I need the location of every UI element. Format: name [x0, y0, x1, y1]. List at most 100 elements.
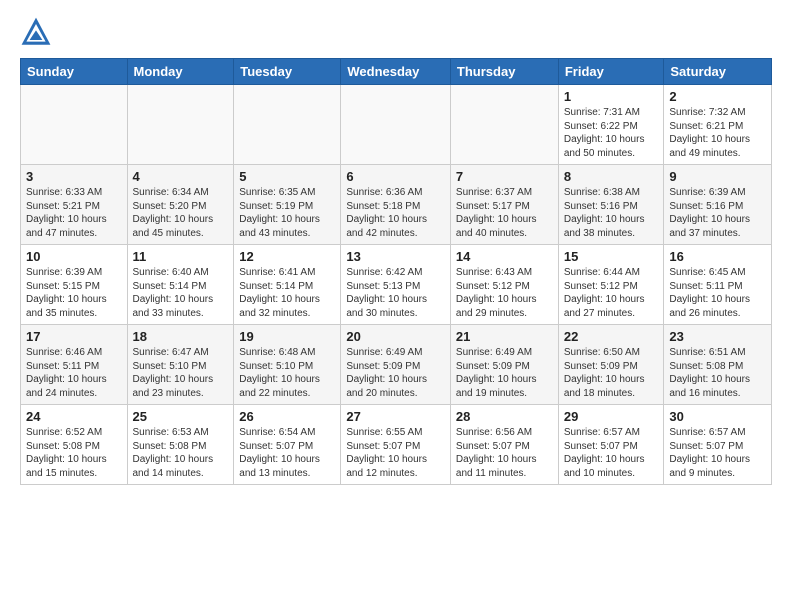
day-info: Sunrise: 6:51 AM Sunset: 5:08 PM Dayligh…: [669, 346, 766, 400]
day-number: 3: [26, 169, 122, 184]
day-number: 26: [239, 409, 335, 424]
day-number: 16: [669, 249, 766, 264]
day-info: Sunrise: 6:57 AM Sunset: 5:07 PM Dayligh…: [669, 426, 766, 480]
calendar-cell: 27 Sunrise: 6:55 AM Sunset: 5:07 PM Dayli…: [341, 405, 451, 485]
day-number: 25: [133, 409, 229, 424]
day-number: 15: [564, 249, 659, 264]
day-info: Sunrise: 6:33 AM Sunset: 5:21 PM Dayligh…: [26, 186, 122, 240]
day-number: 29: [564, 409, 659, 424]
day-info: Sunrise: 6:35 AM Sunset: 5:19 PM Dayligh…: [239, 186, 335, 240]
day-info: Sunrise: 6:46 AM Sunset: 5:11 PM Dayligh…: [26, 346, 122, 400]
calendar-cell: 12 Sunrise: 6:41 AM Sunset: 5:14 PM Dayli…: [234, 245, 341, 325]
calendar-cell: 10 Sunrise: 6:39 AM Sunset: 5:15 PM Dayli…: [21, 245, 128, 325]
calendar-week-row: 24Sunrise: 6:52 AM Sunset: 5:08 PM Dayli…: [21, 405, 772, 485]
day-info: Sunrise: 6:56 AM Sunset: 5:07 PM Dayligh…: [456, 426, 553, 480]
calendar-cell: 22Sunrise: 6:50 AM Sunset: 5:09 PM Dayli…: [558, 325, 664, 405]
day-of-week-header: Tuesday: [234, 59, 341, 85]
calendar-cell: 19 Sunrise: 6:48 AM Sunset: 5:10 PM Dayli…: [234, 325, 341, 405]
calendar-header-row: SundayMondayTuesdayWednesdayThursdayFrid…: [21, 59, 772, 85]
calendar-week-row: 1 Sunrise: 7:31 AM Sunset: 6:22 PM Daylig…: [21, 85, 772, 165]
calendar-cell: 21 Sunrise: 6:49 AM Sunset: 5:09 PM Dayli…: [450, 325, 558, 405]
calendar-cell: 2 Sunrise: 7:32 AM Sunset: 6:21 PM Daylig…: [664, 85, 772, 165]
calendar-cell: 26 Sunrise: 6:54 AM Sunset: 5:07 PM Dayli…: [234, 405, 341, 485]
header: [20, 16, 772, 48]
day-number: 19: [239, 329, 335, 344]
calendar-cell: [234, 85, 341, 165]
day-number: 7: [456, 169, 553, 184]
calendar-cell: 23 Sunrise: 6:51 AM Sunset: 5:08 PM Dayli…: [664, 325, 772, 405]
day-info: Sunrise: 6:41 AM Sunset: 5:14 PM Dayligh…: [239, 266, 335, 320]
day-info: Sunrise: 6:53 AM Sunset: 5:08 PM Dayligh…: [133, 426, 229, 480]
day-number: 9: [669, 169, 766, 184]
day-number: 13: [346, 249, 445, 264]
day-number: 20: [346, 329, 445, 344]
calendar-cell: 8 Sunrise: 6:38 AM Sunset: 5:16 PM Daylig…: [558, 165, 664, 245]
calendar-cell: 20 Sunrise: 6:49 AM Sunset: 5:09 PM Dayli…: [341, 325, 451, 405]
page: SundayMondayTuesdayWednesdayThursdayFrid…: [0, 0, 792, 495]
day-info: Sunrise: 6:49 AM Sunset: 5:09 PM Dayligh…: [456, 346, 553, 400]
calendar-cell: 16 Sunrise: 6:45 AM Sunset: 5:11 PM Dayli…: [664, 245, 772, 325]
calendar-cell: [127, 85, 234, 165]
day-number: 5: [239, 169, 335, 184]
day-info: Sunrise: 6:52 AM Sunset: 5:08 PM Dayligh…: [26, 426, 122, 480]
calendar-cell: 6 Sunrise: 6:36 AM Sunset: 5:18 PM Daylig…: [341, 165, 451, 245]
calendar-cell: [341, 85, 451, 165]
day-number: 28: [456, 409, 553, 424]
day-info: Sunrise: 6:39 AM Sunset: 5:15 PM Dayligh…: [26, 266, 122, 320]
day-of-week-header: Sunday: [21, 59, 128, 85]
day-info: Sunrise: 6:54 AM Sunset: 5:07 PM Dayligh…: [239, 426, 335, 480]
calendar-cell: 4 Sunrise: 6:34 AM Sunset: 5:20 PM Daylig…: [127, 165, 234, 245]
calendar-cell: 14 Sunrise: 6:43 AM Sunset: 5:12 PM Dayli…: [450, 245, 558, 325]
calendar-cell: 11Sunrise: 6:40 AM Sunset: 5:14 PM Dayli…: [127, 245, 234, 325]
calendar-cell: 25 Sunrise: 6:53 AM Sunset: 5:08 PM Dayli…: [127, 405, 234, 485]
day-info: Sunrise: 6:34 AM Sunset: 5:20 PM Dayligh…: [133, 186, 229, 240]
day-info: Sunrise: 6:47 AM Sunset: 5:10 PM Dayligh…: [133, 346, 229, 400]
day-number: 14: [456, 249, 553, 264]
calendar-cell: 1 Sunrise: 7:31 AM Sunset: 6:22 PM Daylig…: [558, 85, 664, 165]
day-info: Sunrise: 7:32 AM Sunset: 6:21 PM Dayligh…: [669, 106, 766, 160]
day-info: Sunrise: 6:42 AM Sunset: 5:13 PM Dayligh…: [346, 266, 445, 320]
calendar-cell: 15 Sunrise: 6:44 AM Sunset: 5:12 PM Dayli…: [558, 245, 664, 325]
calendar-cell: 13 Sunrise: 6:42 AM Sunset: 5:13 PM Dayli…: [341, 245, 451, 325]
day-info: Sunrise: 6:39 AM Sunset: 5:16 PM Dayligh…: [669, 186, 766, 240]
day-info: Sunrise: 6:36 AM Sunset: 5:18 PM Dayligh…: [346, 186, 445, 240]
day-info: Sunrise: 6:45 AM Sunset: 5:11 PM Dayligh…: [669, 266, 766, 320]
day-of-week-header: Wednesday: [341, 59, 451, 85]
calendar-cell: 24Sunrise: 6:52 AM Sunset: 5:08 PM Dayli…: [21, 405, 128, 485]
day-of-week-header: Monday: [127, 59, 234, 85]
day-number: 17: [26, 329, 122, 344]
day-number: 8: [564, 169, 659, 184]
day-number: 12: [239, 249, 335, 264]
day-number: 1: [564, 89, 659, 104]
day-number: 27: [346, 409, 445, 424]
day-of-week-header: Friday: [558, 59, 664, 85]
day-info: Sunrise: 6:43 AM Sunset: 5:12 PM Dayligh…: [456, 266, 553, 320]
calendar-cell: 18Sunrise: 6:47 AM Sunset: 5:10 PM Dayli…: [127, 325, 234, 405]
day-of-week-header: Saturday: [664, 59, 772, 85]
day-info: Sunrise: 6:40 AM Sunset: 5:14 PM Dayligh…: [133, 266, 229, 320]
day-number: 23: [669, 329, 766, 344]
day-number: 21: [456, 329, 553, 344]
calendar-week-row: 10 Sunrise: 6:39 AM Sunset: 5:15 PM Dayli…: [21, 245, 772, 325]
day-of-week-header: Thursday: [450, 59, 558, 85]
day-info: Sunrise: 6:44 AM Sunset: 5:12 PM Dayligh…: [564, 266, 659, 320]
calendar-week-row: 3 Sunrise: 6:33 AM Sunset: 5:21 PM Daylig…: [21, 165, 772, 245]
calendar-cell: 28 Sunrise: 6:56 AM Sunset: 5:07 PM Dayli…: [450, 405, 558, 485]
day-number: 6: [346, 169, 445, 184]
calendar: SundayMondayTuesdayWednesdayThursdayFrid…: [20, 58, 772, 485]
day-info: Sunrise: 6:38 AM Sunset: 5:16 PM Dayligh…: [564, 186, 659, 240]
day-info: Sunrise: 7:31 AM Sunset: 6:22 PM Dayligh…: [564, 106, 659, 160]
day-number: 22: [564, 329, 659, 344]
day-info: Sunrise: 6:55 AM Sunset: 5:07 PM Dayligh…: [346, 426, 445, 480]
calendar-cell: [21, 85, 128, 165]
logo: [20, 16, 58, 48]
day-info: Sunrise: 6:49 AM Sunset: 5:09 PM Dayligh…: [346, 346, 445, 400]
calendar-cell: 7Sunrise: 6:37 AM Sunset: 5:17 PM Daylig…: [450, 165, 558, 245]
calendar-cell: 5 Sunrise: 6:35 AM Sunset: 5:19 PM Daylig…: [234, 165, 341, 245]
calendar-cell: 9 Sunrise: 6:39 AM Sunset: 5:16 PM Daylig…: [664, 165, 772, 245]
day-info: Sunrise: 6:48 AM Sunset: 5:10 PM Dayligh…: [239, 346, 335, 400]
day-info: Sunrise: 6:57 AM Sunset: 5:07 PM Dayligh…: [564, 426, 659, 480]
day-number: 10: [26, 249, 122, 264]
day-number: 2: [669, 89, 766, 104]
day-number: 4: [133, 169, 229, 184]
